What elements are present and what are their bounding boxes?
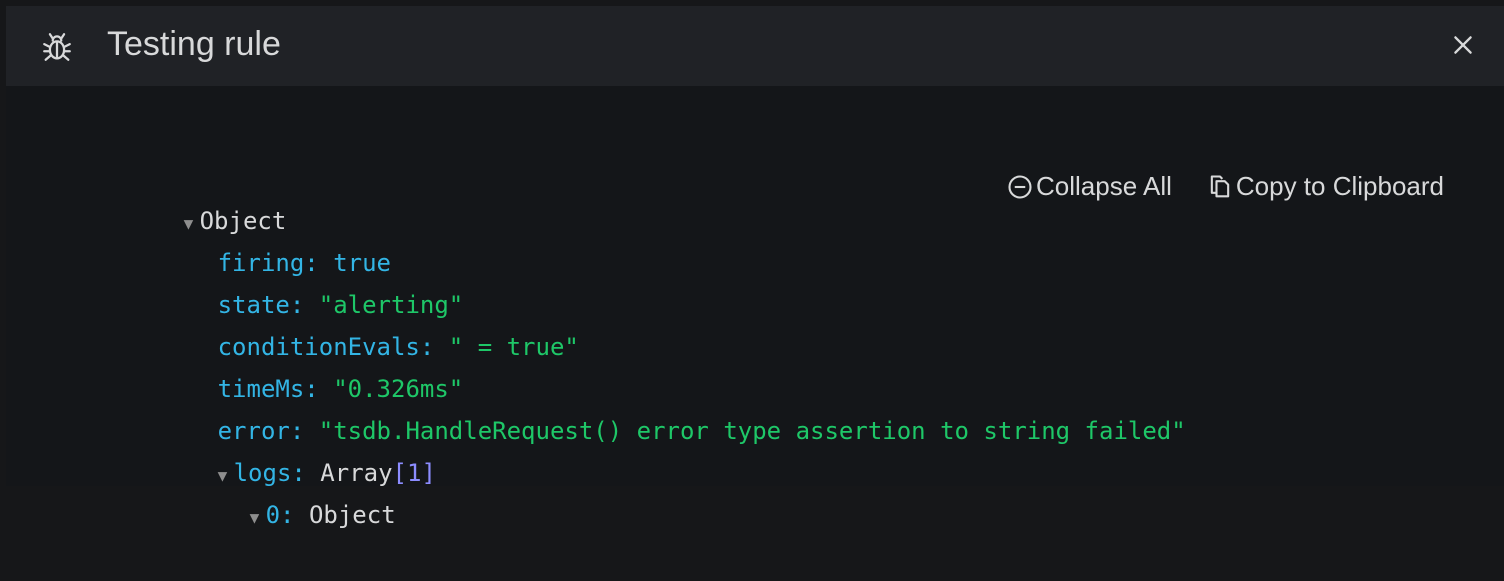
value-condition-evals: " = true" (448, 333, 579, 361)
copy-icon (1210, 174, 1230, 197)
value-error: "tsdb.HandleRequest() error type asserti… (318, 417, 1186, 445)
tree-root-row[interactable]: ▼ Object (68, 158, 1186, 235)
json-tree: ▼ Object firing: true state: "alerting" c… (68, 158, 1186, 529)
modal-header: Testing rule (6, 6, 1504, 86)
key-time-ms: timeMs (217, 375, 305, 403)
key-condition-evals: conditionEvals (217, 333, 420, 361)
key-log-0: 0 (265, 501, 281, 529)
log-0-type: Object (308, 501, 396, 529)
expand-caret-icon[interactable]: ▼ (184, 203, 200, 245)
value-state: "alerting" (318, 291, 464, 319)
key-state: state (217, 291, 290, 319)
key-logs: logs (233, 459, 292, 487)
bug-icon (43, 33, 71, 61)
modal-title: Testing rule (107, 25, 281, 63)
value-time-ms: "0.326ms" (333, 375, 464, 403)
testing-rule-modal: Testing rule Collapse All Copy to Clipbo… (6, 6, 1504, 529)
modal-body: Collapse All Copy to Clipboard ▼ Object f… (6, 86, 1504, 529)
logs-type: Array (320, 459, 393, 487)
key-error: error (217, 417, 290, 445)
copy-to-clipboard-label: Copy to Clipboard (1235, 171, 1444, 201)
root-type: Object (199, 207, 287, 235)
value-firing: true (333, 249, 391, 277)
close-icon[interactable] (1450, 32, 1476, 58)
expand-caret-icon[interactable]: ▼ (250, 497, 266, 539)
expand-caret-icon[interactable]: ▼ (218, 455, 234, 497)
key-firing: firing (217, 249, 305, 277)
logs-count: 1 (407, 459, 422, 487)
copy-to-clipboard-button[interactable]: Copy to Clipboard (1206, 171, 1444, 202)
